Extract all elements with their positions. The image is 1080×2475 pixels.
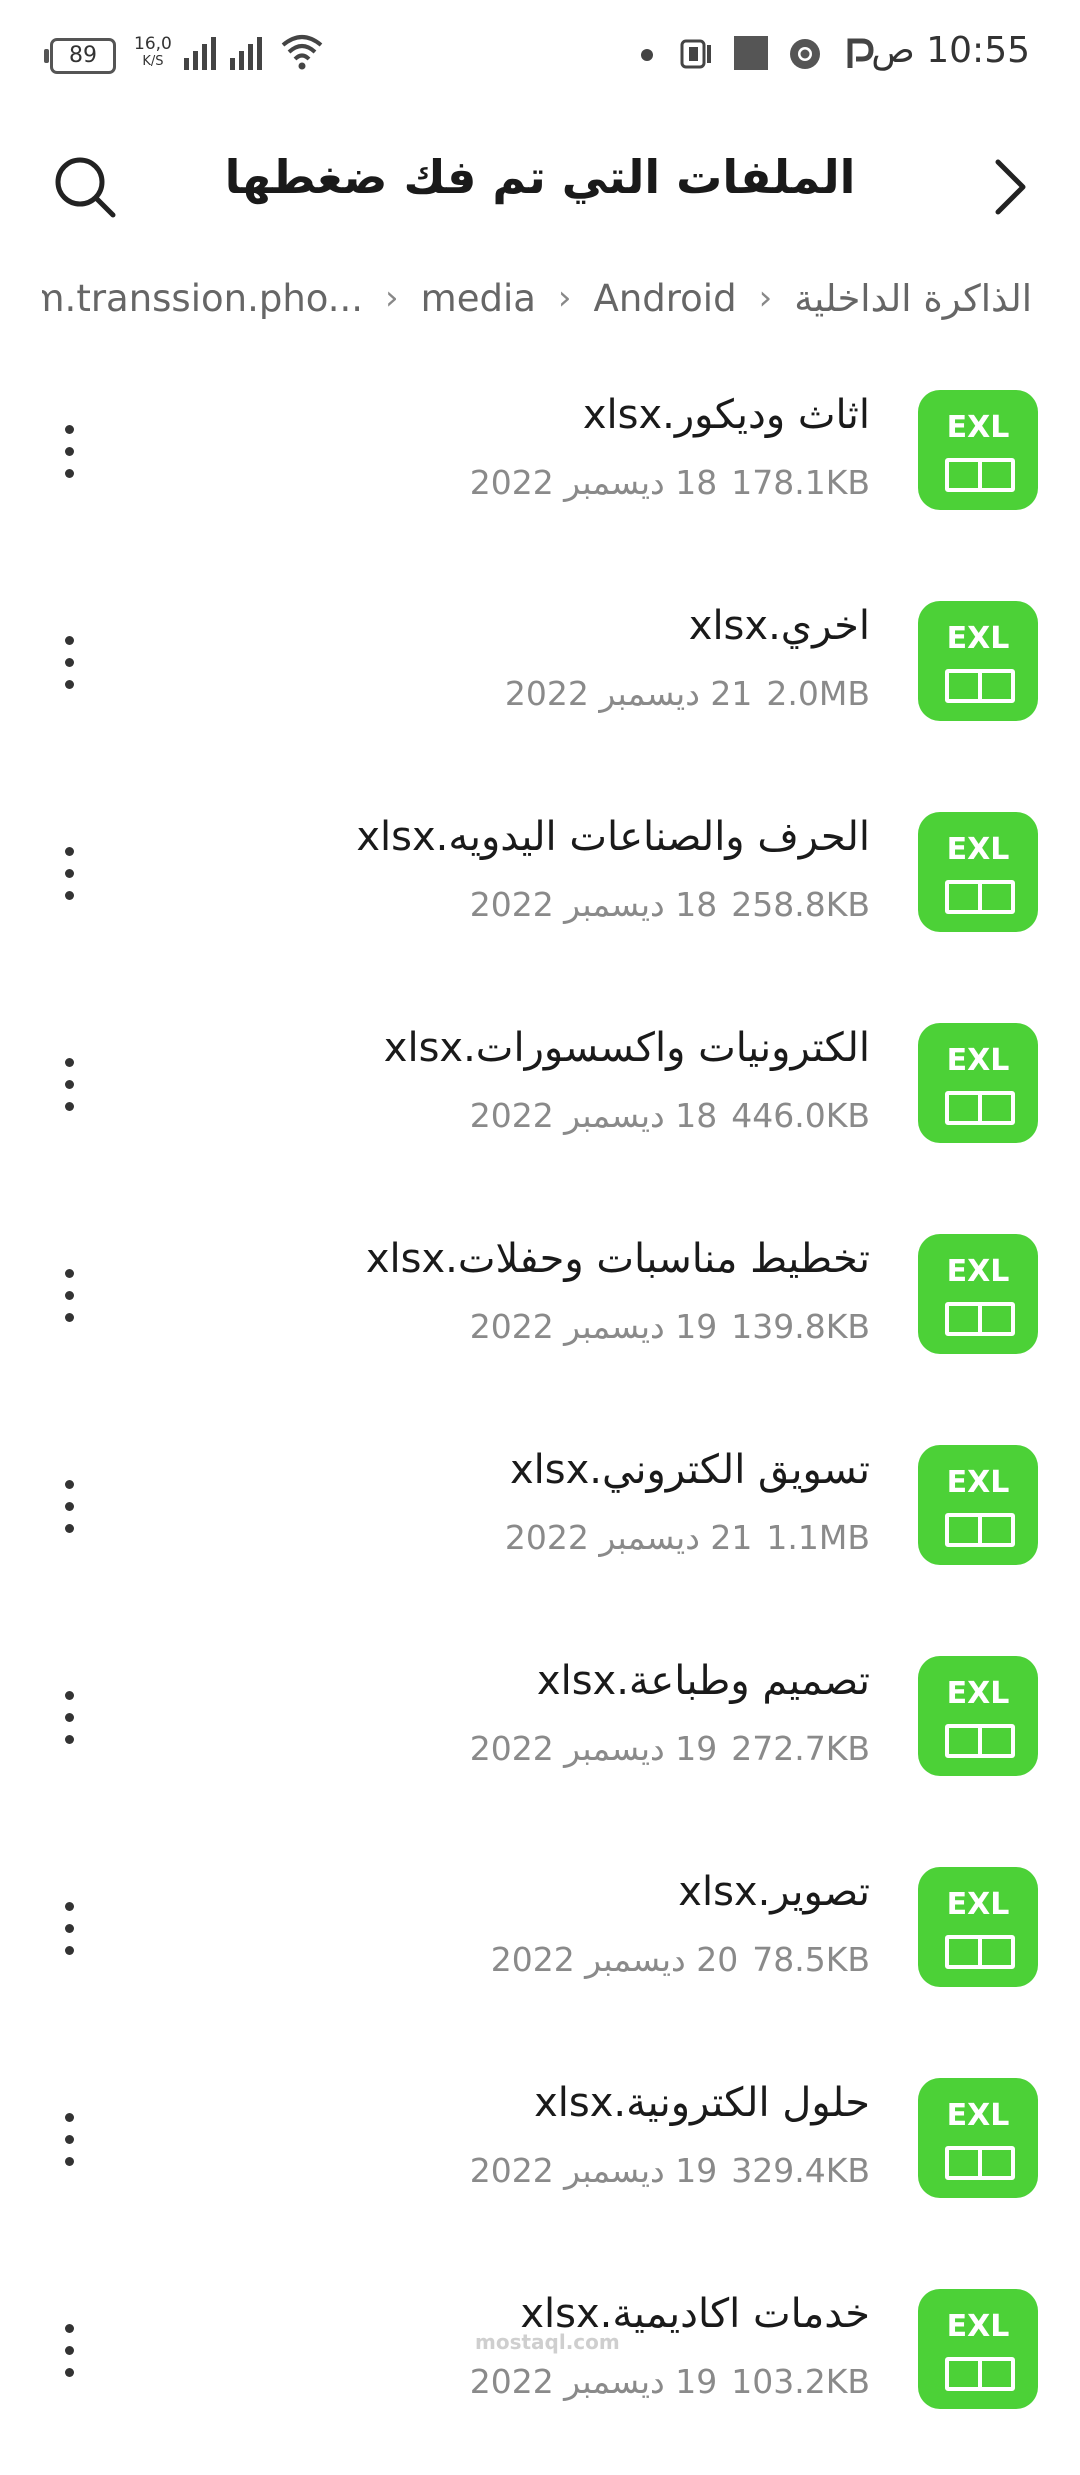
list-item[interactable]: EXL تصوير.xlsx 20 ديسمبر 2022 78.5KB [0,1842,1080,2053]
list-item[interactable]: EXL تسويق الكتروني.xlsx 21 ديسمبر 2022 1.… [0,1420,1080,1631]
file-meta: 20 ديسمبر 2022 78.5KB [491,1940,870,1979]
file-date: 19 ديسمبر 2022 [469,2151,718,2190]
list-item[interactable]: EXL الحرف والصناعات اليدويه.xlsx 18 ديسم… [0,787,1080,998]
signal-icon [230,37,262,70]
list-item[interactable]: EXL حلول الكترونية.xlsx 19 ديسمبر 2022 32… [0,2053,1080,2264]
file-size: 272.7KB [731,1729,870,1768]
file-date: 18 ديسمبر 2022 [469,1096,718,1135]
file-name: تصوير.xlsx [678,1869,870,1915]
file-name: تخطيط مناسبات وحفلات.xlsx [365,1236,870,1282]
file-date: 19 ديسمبر 2022 [469,2362,718,2401]
more-options-button[interactable] [52,2324,88,2380]
signal-icon [184,37,216,70]
excel-file-icon: EXL [918,1234,1038,1354]
list-item[interactable]: EXL تصميم وطباعة.xlsx 19 ديسمبر 2022 272.… [0,1631,1080,1842]
file-name: حلول الكترونية.xlsx [534,2080,870,2126]
more-options-button[interactable] [52,2113,88,2169]
more-options-button[interactable] [52,1691,88,1747]
file-list: EXL اثاث وديكور.xlsx 18 ديسمبر 2022 178.1… [0,365,1080,2475]
file-date: 21 ديسمبر 2022 [504,1518,753,1557]
excel-file-icon: EXL [918,1023,1038,1143]
file-size: 139.8KB [731,1307,870,1346]
list-item[interactable]: EXL اثاث وديكور.xlsx 18 ديسمبر 2022 178.1… [0,365,1080,576]
file-date: 20 ديسمبر 2022 [490,1940,739,1979]
breadcrumb-item-internal-storage[interactable]: الذاكرة الداخلية [794,277,1032,320]
file-size: 2.0MB [766,674,870,713]
square-icon [734,36,768,70]
more-options-button[interactable] [52,636,88,692]
file-size: 446.0KB [731,1096,870,1135]
file-name: اخري.xlsx [688,603,870,649]
list-item[interactable]: EXL تخطيط مناسبات وحفلات.xlsx 19 ديسمبر … [0,1209,1080,1420]
network-speed: 16,0 K/S [134,36,172,70]
status-bar: 89 16,0 K/S 10:55 ص [0,0,1080,110]
more-options-button[interactable] [52,847,88,903]
breadcrumb: الذاكرة الداخلية ‹ Android ‹ media ‹ com… [42,268,1032,328]
app-icon [680,39,711,69]
breadcrumb-item-media[interactable]: media [421,277,536,320]
file-size: 258.8KB [731,885,870,924]
network-speed-value: 16,0 [134,34,172,54]
file-date: 19 ديسمبر 2022 [469,1729,718,1768]
file-size: 1.1MB [766,1518,870,1557]
file-meta: 21 ديسمبر 2022 2.0MB [505,674,870,713]
list-item[interactable]: EXL خدمات اكاديمية.xlsx 19 ديسمبر 2022 10… [0,2264,1080,2475]
file-name: الكترونيات واكسسورات.xlsx [383,1025,870,1071]
more-options-button[interactable] [52,1269,88,1325]
excel-file-icon: EXL [918,2078,1038,2198]
file-date: 18 ديسمبر 2022 [469,463,718,502]
more-options-button[interactable] [52,425,88,481]
file-name: الحرف والصناعات اليدويه.xlsx [356,814,870,860]
page-title: الملفات التي تم فك ضغطها [224,150,856,204]
file-size: 178.1KB [731,463,870,502]
back-button[interactable] [980,152,1040,222]
excel-file-icon: EXL [918,1867,1038,1987]
excel-file-icon: EXL [918,1445,1038,1565]
file-name: اثاث وديكور.xlsx [582,392,870,438]
more-options-button[interactable] [52,1058,88,1114]
file-meta: 19 ديسمبر 2022 272.7KB [470,1729,870,1768]
file-meta: 19 ديسمبر 2022 139.8KB [470,1307,870,1346]
excel-file-icon: EXL [918,2289,1038,2409]
more-options-button[interactable] [52,1480,88,1536]
file-meta: 18 ديسمبر 2022 178.1KB [470,463,870,502]
file-name: تصميم وطباعة.xlsx [536,1658,870,1704]
chevron-icon: ‹ [385,278,399,318]
file-date: 21 ديسمبر 2022 [504,674,753,713]
watermark: mostaql.com [475,2330,620,2354]
file-meta: 18 ديسمبر 2022 446.0KB [470,1096,870,1135]
file-meta: 19 ديسمبر 2022 329.4KB [470,2151,870,2190]
network-speed-unit: K/S [142,54,164,69]
file-size: 329.4KB [731,2151,870,2190]
more-options-button[interactable] [52,1902,88,1958]
file-meta: 19 ديسمبر 2022 103.2KB [470,2362,870,2401]
file-meta: 18 ديسمبر 2022 258.8KB [470,885,870,924]
chevron-icon: ‹ [557,278,572,318]
excel-file-icon: EXL [918,812,1038,932]
notification-dot-icon [641,49,653,61]
chrome-icon [790,39,820,69]
excel-file-icon: EXL [918,1656,1038,1776]
chevron-back-icon [995,159,1026,215]
list-item[interactable]: EXL اخري.xlsx 21 ديسمبر 2022 2.0MB [0,576,1080,787]
breadcrumb-item-folder[interactable]: com.transsion.pho... [42,277,363,320]
file-date: 19 ديسمبر 2022 [469,1307,718,1346]
list-item[interactable]: EXL الكترونيات واكسسورات.xlsx 18 ديسمبر … [0,998,1080,1209]
clock: 10:55 ص [871,30,1030,71]
file-size: 103.2KB [731,2362,870,2401]
file-meta: 21 ديسمبر 2022 1.1MB [505,1518,870,1557]
search-icon [55,157,116,218]
file-size: 78.5KB [752,1940,870,1979]
excel-file-icon: EXL [918,601,1038,721]
search-button[interactable] [50,152,120,222]
file-date: 18 ديسمبر 2022 [469,885,718,924]
battery-level: 89 [69,43,97,68]
chevron-icon: ‹ [758,278,773,318]
file-name: تسويق الكتروني.xlsx [509,1447,870,1493]
battery-icon: 89 [44,38,116,74]
breadcrumb-item-android[interactable]: Android [594,277,737,320]
wifi-icon [281,35,323,70]
excel-file-icon: EXL [918,390,1038,510]
